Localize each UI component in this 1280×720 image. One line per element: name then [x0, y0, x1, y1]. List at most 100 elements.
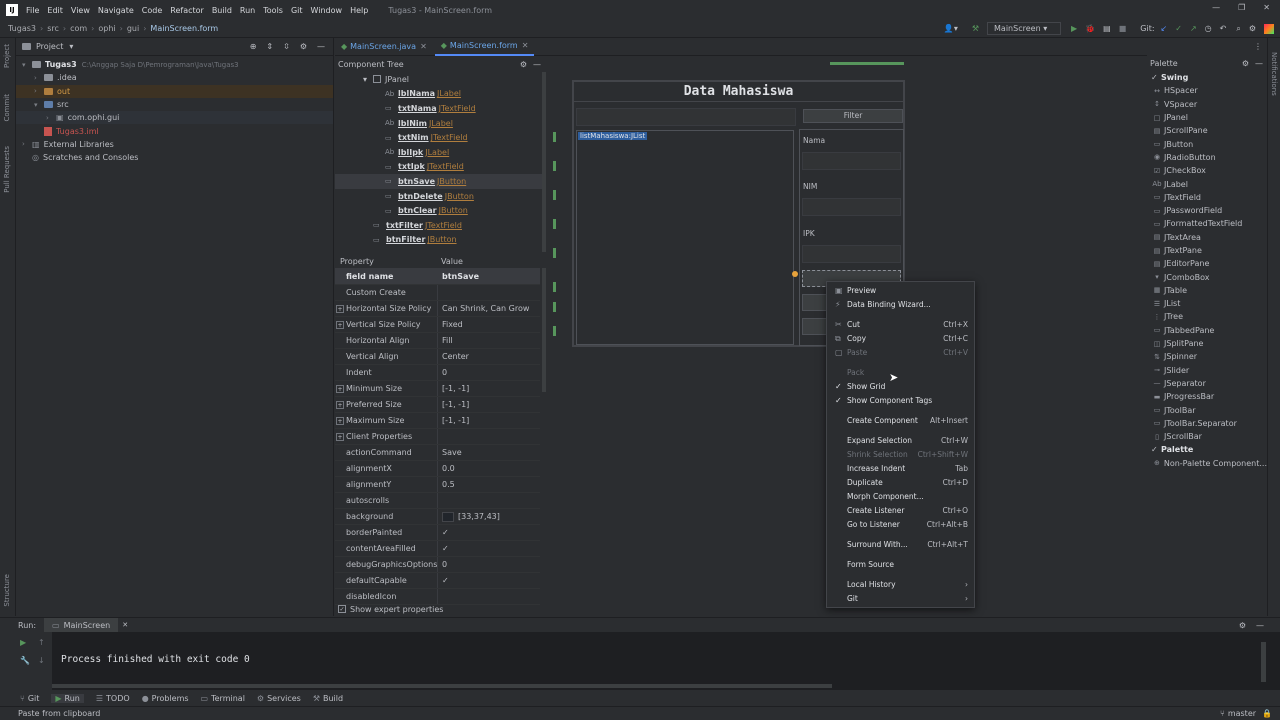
tool-tab-project[interactable]: Project — [3, 44, 11, 68]
property-row[interactable]: Horizontal Align Fill — [335, 333, 540, 349]
expand-arrow-icon[interactable]: ▾ — [22, 61, 32, 69]
git-push-icon[interactable]: ↗ — [1190, 24, 1197, 33]
property-row[interactable]: + Preferred Size [-1, -1] — [335, 397, 540, 413]
tab-options-icon[interactable]: ⋮ — [1254, 42, 1262, 51]
hammer-icon[interactable]: ⚒ — [972, 24, 979, 33]
palette-item[interactable]: ⊕ Non-Palette Component... — [1151, 457, 1267, 470]
tree-scrollbar[interactable] — [542, 72, 546, 252]
palette-item[interactable]: ▤ JScrollPane — [1151, 124, 1267, 137]
component-tree-item[interactable]: ▭ txtNama JTextField — [335, 101, 545, 116]
menu-window[interactable]: Window — [311, 6, 343, 15]
property-row[interactable]: alignmentY 0.5 — [335, 477, 540, 493]
breadcrumb-item[interactable]: src — [47, 24, 59, 33]
property-row[interactable]: field name btnSave — [335, 269, 540, 285]
top-scrollbar[interactable] — [830, 62, 904, 65]
tool-tab-pull-requests[interactable]: Pull Requests — [3, 146, 11, 193]
palette-item[interactable]: ☰ JList — [1151, 297, 1267, 310]
palette-item[interactable]: ▾ JComboBox — [1151, 270, 1267, 283]
selection-handle-icon[interactable] — [792, 271, 798, 277]
property-value[interactable]: ✓ — [437, 573, 540, 588]
property-row[interactable]: autoscrolls — [335, 493, 540, 509]
lock-icon[interactable]: 🔒 — [1262, 709, 1272, 718]
nim-textfield[interactable] — [802, 198, 901, 216]
palette-item[interactable]: ⇅ JSpinner — [1151, 350, 1267, 363]
menu-edit[interactable]: Edit — [47, 6, 63, 15]
menu-refactor[interactable]: Refactor — [170, 6, 204, 15]
expand-arrow-icon[interactable]: › — [34, 87, 44, 95]
component-tree-item[interactable]: ▭ btnDelete JButton — [335, 189, 545, 204]
nama-textfield[interactable] — [802, 152, 901, 170]
run-tab-mainscreen[interactable]: ▭ MainScreen — [44, 618, 119, 632]
tool-window-tab-todo[interactable]: ☰ TODO — [96, 694, 130, 703]
component-tree-item[interactable]: ▭ btnFilter JButton — [335, 233, 545, 248]
console-hscrollbar[interactable] — [52, 684, 832, 688]
properties-scrollbar[interactable] — [542, 268, 546, 392]
menu-help[interactable]: Help — [350, 6, 368, 15]
breadcrumb-item[interactable]: MainScreen.form — [150, 24, 218, 33]
context-menu-item[interactable]: Create Listener Ctrl+O — [827, 504, 974, 517]
expand-arrow-icon[interactable]: › — [34, 74, 44, 82]
context-menu-item[interactable]: ⚡ Data Binding Wizard... — [827, 298, 974, 311]
property-value[interactable]: 0.5 — [437, 477, 540, 492]
expand-plus-icon[interactable]: + — [336, 401, 344, 410]
palette-item[interactable]: — JSeparator — [1151, 377, 1267, 390]
hide-icon[interactable]: — — [1256, 621, 1264, 630]
palette-item[interactable]: ▭ JToolBar.Separator — [1151, 417, 1267, 430]
palette-item[interactable]: ▤ JTextArea — [1151, 231, 1267, 244]
palette-item[interactable]: ▬ JProgressBar — [1151, 390, 1267, 403]
property-value[interactable]: Center — [437, 349, 540, 364]
palette-item[interactable]: ↔ HSpacer — [1151, 84, 1267, 97]
palette-item[interactable]: ▭ JToolBar — [1151, 403, 1267, 416]
breadcrumb-item[interactable]: com — [70, 24, 87, 33]
property-row[interactable]: defaultCapable ✓ — [335, 573, 540, 589]
tool-tab-notifications[interactable]: Notifications — [1270, 52, 1278, 96]
property-row[interactable]: background [33,37,43] — [335, 509, 540, 525]
property-value[interactable]: [-1, -1] — [437, 381, 540, 396]
gear-icon[interactable]: ⚙ — [1249, 24, 1256, 33]
history-icon[interactable]: ◷ — [1205, 24, 1212, 33]
property-value[interactable]: Fixed — [437, 317, 540, 332]
close-icon[interactable]: ✕ — [420, 42, 427, 51]
tool-tab-commit[interactable]: Commit — [3, 94, 11, 122]
menu-navigate[interactable]: Navigate — [98, 6, 134, 15]
component-tree-item[interactable]: ▭ btnClear JButton — [335, 203, 545, 218]
property-value[interactable]: Fill — [437, 333, 540, 348]
project-tree-item[interactable]: › out — [16, 84, 333, 98]
tool-window-tab-problems[interactable]: ● Problems — [142, 694, 189, 703]
property-row[interactable]: borderPainted ✓ — [335, 525, 540, 541]
tool-window-tab-build[interactable]: ⚒ Build — [313, 694, 343, 703]
tool-window-tab-run[interactable]: ▶ Run — [51, 693, 84, 703]
palette-item[interactable]: ▭ JTextField — [1151, 191, 1267, 204]
hide-icon[interactable]: — — [1255, 59, 1263, 68]
editor-tab[interactable]: ◆ MainScreen.form ✕ — [434, 37, 535, 56]
git-update-icon[interactable]: ↙ — [1161, 24, 1168, 33]
filter-textfield[interactable] — [576, 108, 796, 126]
project-tree-item[interactable]: ◎ Scratches and Consoles — [16, 151, 333, 164]
context-menu-item[interactable]: Surround With... Ctrl+Alt+T — [827, 538, 974, 551]
expand-arrow-icon[interactable]: › — [46, 114, 56, 122]
property-value[interactable]: ✓ — [437, 525, 540, 540]
collapse-all-icon[interactable]: ⇳ — [283, 42, 290, 51]
locate-icon[interactable]: ⊕ — [250, 42, 257, 51]
menu-tools[interactable]: Tools — [263, 6, 283, 15]
close-icon[interactable]: ✕ — [522, 41, 529, 50]
gear-icon[interactable]: ⚙ — [1242, 59, 1249, 68]
palette-item[interactable]: ▭ JPasswordField — [1151, 204, 1267, 217]
scroll-up-icon[interactable]: ↑ — [38, 638, 45, 647]
property-value[interactable] — [437, 589, 540, 604]
minimize-icon[interactable]: — — [1212, 3, 1220, 12]
breadcrumb-item[interactable]: ophi — [98, 24, 115, 33]
coverage-icon[interactable]: ▤ — [1103, 24, 1111, 33]
property-row[interactable]: actionCommand Save — [335, 445, 540, 461]
show-expert-properties[interactable]: ✓ Show expert properties — [338, 603, 443, 615]
property-row[interactable]: Custom Create — [335, 285, 540, 301]
chevron-down-icon[interactable]: ▾ — [69, 42, 73, 51]
ipk-textfield[interactable] — [802, 245, 901, 263]
property-value[interactable]: Can Shrink, Can Grow — [437, 301, 540, 316]
property-value[interactable]: ✓ — [437, 541, 540, 556]
property-row[interactable]: contentAreaFilled ✓ — [335, 541, 540, 557]
palette-item[interactable]: ↕ VSpacer — [1151, 98, 1267, 111]
palette-item[interactable]: ▭ JTabbedPane — [1151, 324, 1267, 337]
project-tree-item[interactable]: › ▥ External Libraries — [16, 138, 333, 151]
menu-git[interactable]: Git — [291, 6, 303, 15]
